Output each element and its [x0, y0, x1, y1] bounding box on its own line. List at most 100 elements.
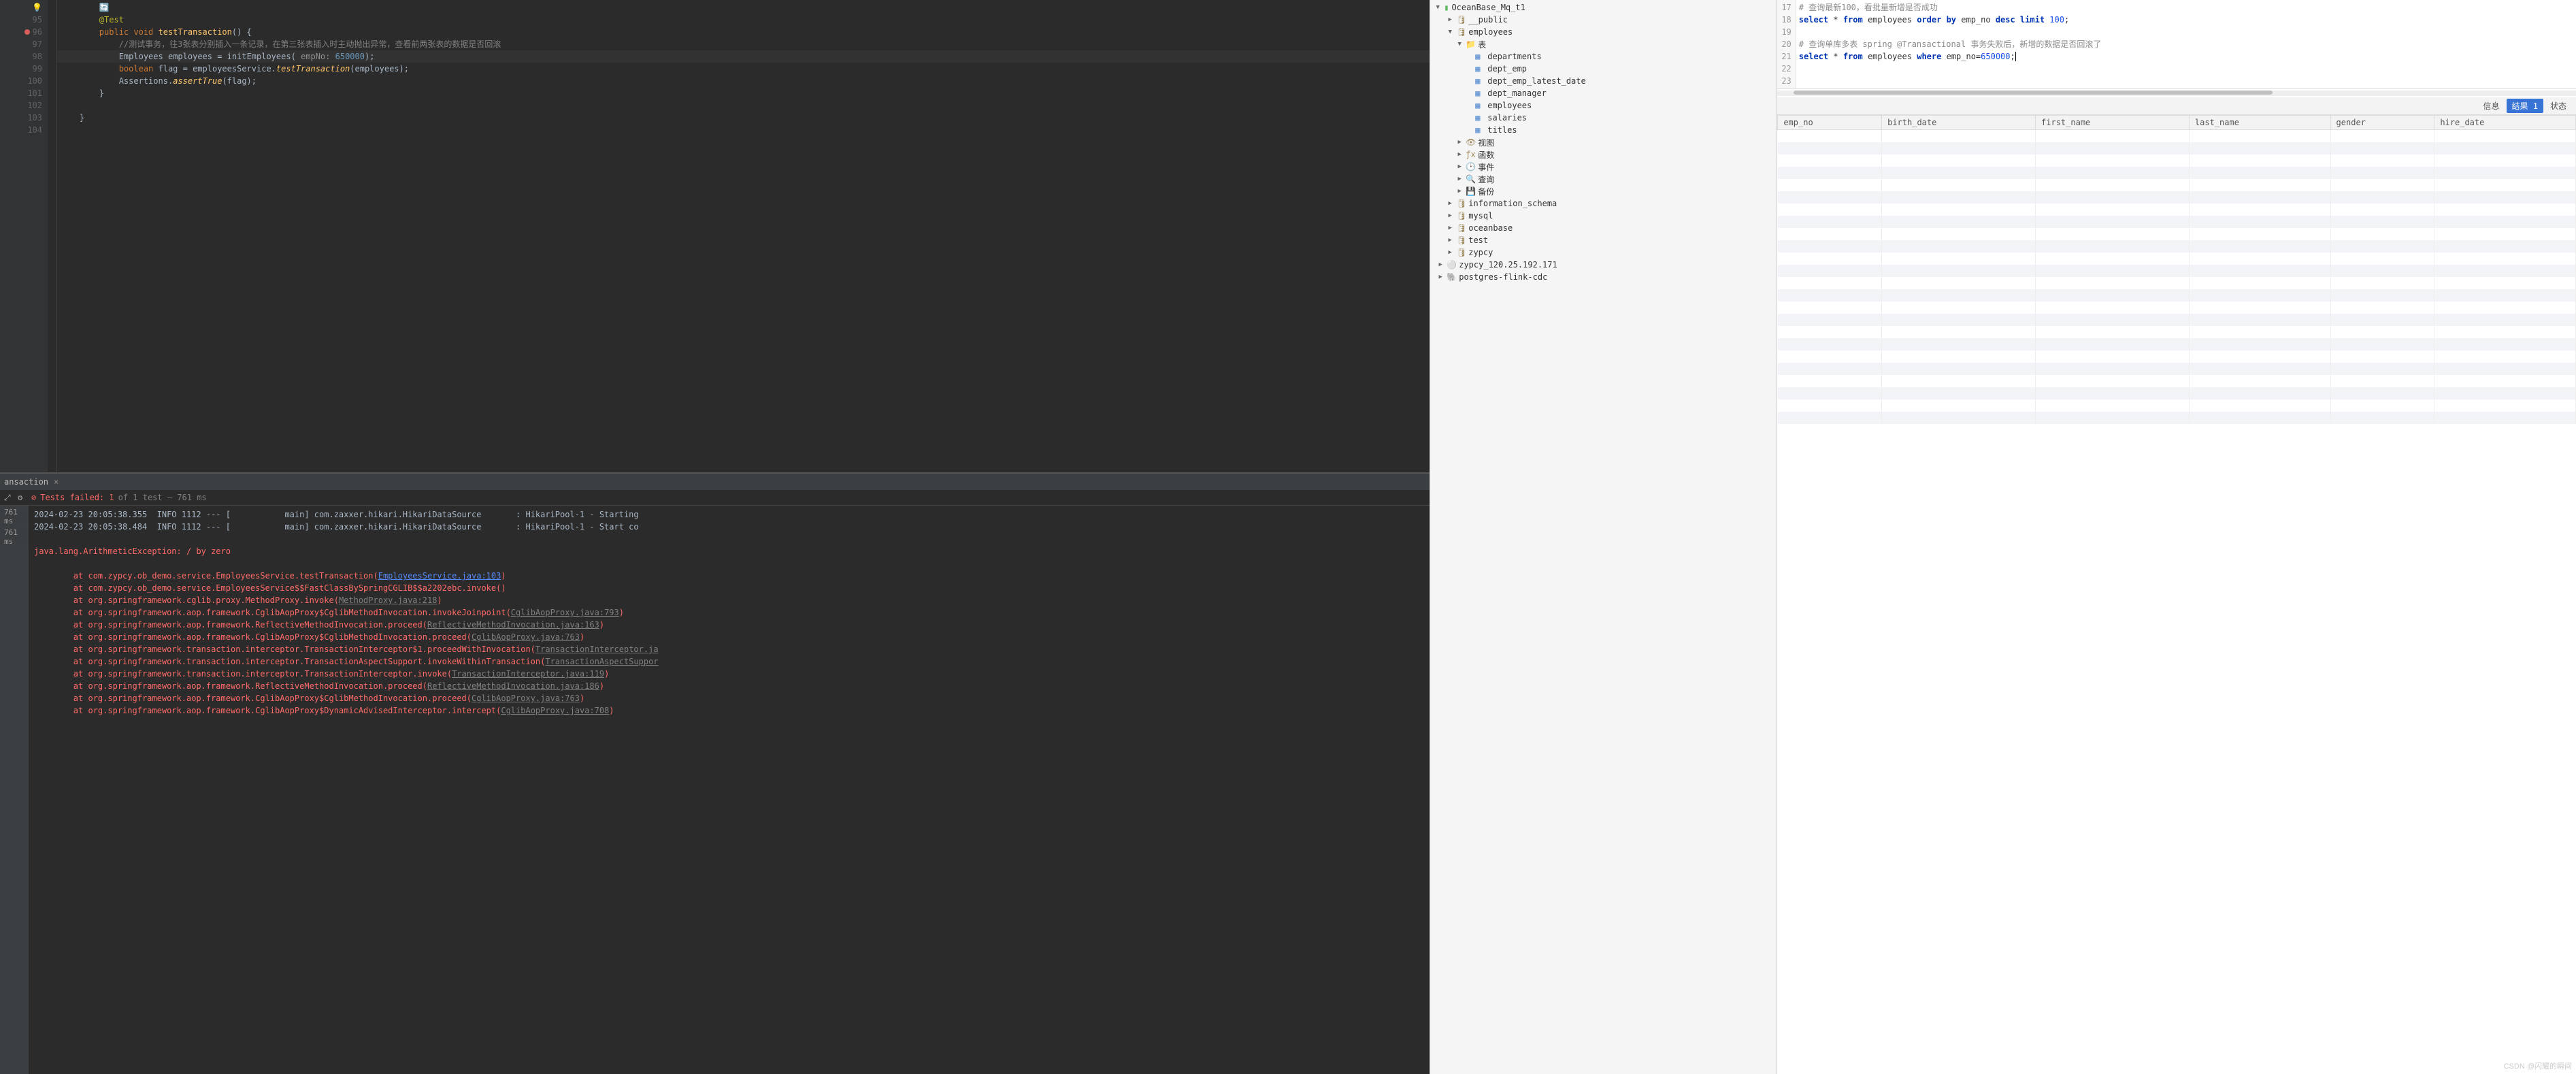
db-icon: 🛢 [1456, 248, 1466, 257]
tree-label: 函数 [1478, 149, 1494, 161]
table-row[interactable] [1778, 277, 2576, 289]
tree-item[interactable]: ▦dept_emp [1433, 63, 1774, 75]
db-icon: 🛢 [1456, 27, 1466, 37]
run-header: ⤢ ⚙ ⊘ Tests failed: 1 of 1 test – 761 ms [0, 490, 1430, 506]
sql-lines[interactable]: # 查询最新100，看批量新增是否成功select * from employe… [1796, 0, 2576, 88]
tree-label: zypcy_120.25.192.171 [1459, 260, 1557, 270]
annotation: @Test [99, 15, 124, 25]
column-header[interactable]: last_name [2189, 116, 2330, 130]
table-row[interactable] [1778, 191, 2576, 204]
tree-item[interactable]: ▶🛢zypcy [1433, 246, 1774, 259]
tree-item[interactable]: ▦employees [1433, 99, 1774, 112]
tree-item[interactable]: ▶⚪zypcy_120.25.192.171 [1433, 259, 1774, 271]
tree-item[interactable]: ▦titles [1433, 124, 1774, 136]
table-icon: ▦ [1475, 64, 1485, 74]
table-row[interactable] [1778, 216, 2576, 228]
db-icon: 🛢 [1456, 199, 1466, 208]
watermark: CSDN @闪耀的瞬间 [2504, 1060, 2572, 1071]
table-row[interactable] [1778, 412, 2576, 424]
table-row[interactable] [1778, 130, 2576, 142]
line-number: 103 [27, 112, 42, 124]
table-row[interactable] [1778, 167, 2576, 179]
table-row[interactable] [1778, 387, 2576, 400]
table-row[interactable] [1778, 240, 2576, 253]
db-explorer[interactable]: ▼ ▮ OceanBase_Mq_t1 ▶🛢__public▼🛢employee… [1430, 0, 1777, 1074]
column-header[interactable]: hire_date [2434, 116, 2576, 130]
table-row[interactable] [1778, 142, 2576, 154]
expand-icon[interactable]: ⤢ [4, 493, 14, 502]
tree-label: 事件 [1478, 161, 1494, 173]
column-header[interactable]: gender [2330, 116, 2434, 130]
tree-item[interactable]: ▦dept_emp_latest_date [1433, 75, 1774, 87]
code-lines[interactable]: 🔄 @Test public void testTransaction() { … [57, 0, 1430, 472]
tree-item[interactable]: ▼📁表 [1433, 38, 1774, 50]
tree-item[interactable]: ▶🕑事件 [1433, 161, 1774, 173]
line-number: 102 [27, 99, 42, 112]
table-row[interactable] [1778, 302, 2576, 314]
ide-pane: 💡 95 96 97 98 99 100 101 102 103 104 🔄 @… [0, 0, 1430, 1074]
tree-label: 视图 [1478, 137, 1494, 148]
table-row[interactable] [1778, 289, 2576, 302]
db-icon: 🛢 [1456, 235, 1466, 245]
table-row[interactable] [1778, 326, 2576, 338]
tree-item[interactable]: ▶👁视图 [1433, 136, 1774, 148]
sql-editor[interactable]: 17181920212223 # 查询最新100，看批量新增是否成功select… [1777, 0, 2576, 89]
table-row[interactable] [1778, 363, 2576, 375]
conn2-icon: 🐘 [1447, 272, 1456, 282]
line-number: 99 [33, 63, 42, 75]
tree-item[interactable]: ▶🐘postgres-flink-cdc [1433, 271, 1774, 283]
table-row[interactable] [1778, 338, 2576, 351]
tree-item[interactable]: ▦dept_manager [1433, 87, 1774, 99]
table-row[interactable] [1778, 179, 2576, 191]
table-row[interactable] [1778, 400, 2576, 412]
table-row[interactable] [1778, 375, 2576, 387]
test-tree-sidebar[interactable]: 761 ms 761 ms [0, 506, 29, 1074]
line-number: 95 [33, 14, 42, 26]
tree-item[interactable]: ▶💾备份 [1433, 185, 1774, 197]
code-editor[interactable]: 💡 95 96 97 98 99 100 101 102 103 104 🔄 @… [0, 0, 1430, 472]
line-number: 104 [27, 124, 42, 136]
tab-status[interactable]: 状态 [2545, 99, 2572, 113]
tree-item[interactable]: ▦departments [1433, 50, 1774, 63]
table-row[interactable] [1778, 228, 2576, 240]
sql-scrollbar[interactable] [1777, 91, 2576, 96]
table-icon: ▦ [1475, 88, 1485, 98]
column-header[interactable]: birth_date [1882, 116, 2036, 130]
column-header[interactable]: first_name [2036, 116, 2190, 130]
table-row[interactable] [1778, 351, 2576, 363]
tree-label: employees [1468, 27, 1513, 37]
gear-icon[interactable]: ⚙ [18, 493, 27, 502]
table-row[interactable] [1778, 204, 2576, 216]
tree-item[interactable]: ▶🛢oceanbase [1433, 222, 1774, 234]
run-tab-bar: ansaction × [0, 474, 1430, 490]
fx-icon: ƒx [1466, 150, 1475, 159]
tree-item[interactable]: ▦salaries [1433, 112, 1774, 124]
tree-item[interactable]: ▼🛢employees [1433, 26, 1774, 38]
tree-item[interactable]: ▶🛢test [1433, 234, 1774, 246]
result-tabs: 信息 结果 1 状态 [1777, 97, 2576, 115]
tree-label: mysql [1468, 211, 1493, 221]
bulb-icon[interactable]: 💡 [32, 1, 42, 14]
console-output[interactable]: 2024-02-23 20:05:38.355 INFO 1112 --- [ … [29, 506, 1430, 1074]
tree-item[interactable]: ▶🛢information_schema [1433, 197, 1774, 210]
tab-result[interactable]: 结果 1 [2507, 99, 2543, 113]
fold-column[interactable] [48, 0, 57, 472]
line-gutter: 💡 95 96 97 98 99 100 101 102 103 104 [0, 0, 48, 472]
close-icon[interactable]: × [54, 477, 59, 487]
run-tab[interactable]: ansaction [4, 477, 48, 487]
table-row[interactable] [1778, 265, 2576, 277]
tree-item[interactable]: ▶🛢mysql [1433, 210, 1774, 222]
tests-failed-label: Tests failed: 1 [40, 493, 114, 502]
connection-root[interactable]: ▼ ▮ OceanBase_Mq_t1 [1433, 1, 1774, 14]
tree-item[interactable]: ▶🔍查询 [1433, 173, 1774, 185]
tree-item[interactable]: ▶🛢__public [1433, 14, 1774, 26]
fail-icon: ⊘ [31, 493, 36, 502]
column-header[interactable]: emp_no [1778, 116, 1882, 130]
tab-info[interactable]: 信息 [2478, 99, 2505, 113]
tree-item[interactable]: ▶ƒx函数 [1433, 148, 1774, 161]
breakpoint-icon[interactable] [24, 29, 30, 35]
result-grid[interactable]: emp_nobirth_datefirst_namelast_namegende… [1777, 115, 2576, 1074]
table-row[interactable] [1778, 253, 2576, 265]
table-row[interactable] [1778, 154, 2576, 167]
table-row[interactable] [1778, 314, 2576, 326]
